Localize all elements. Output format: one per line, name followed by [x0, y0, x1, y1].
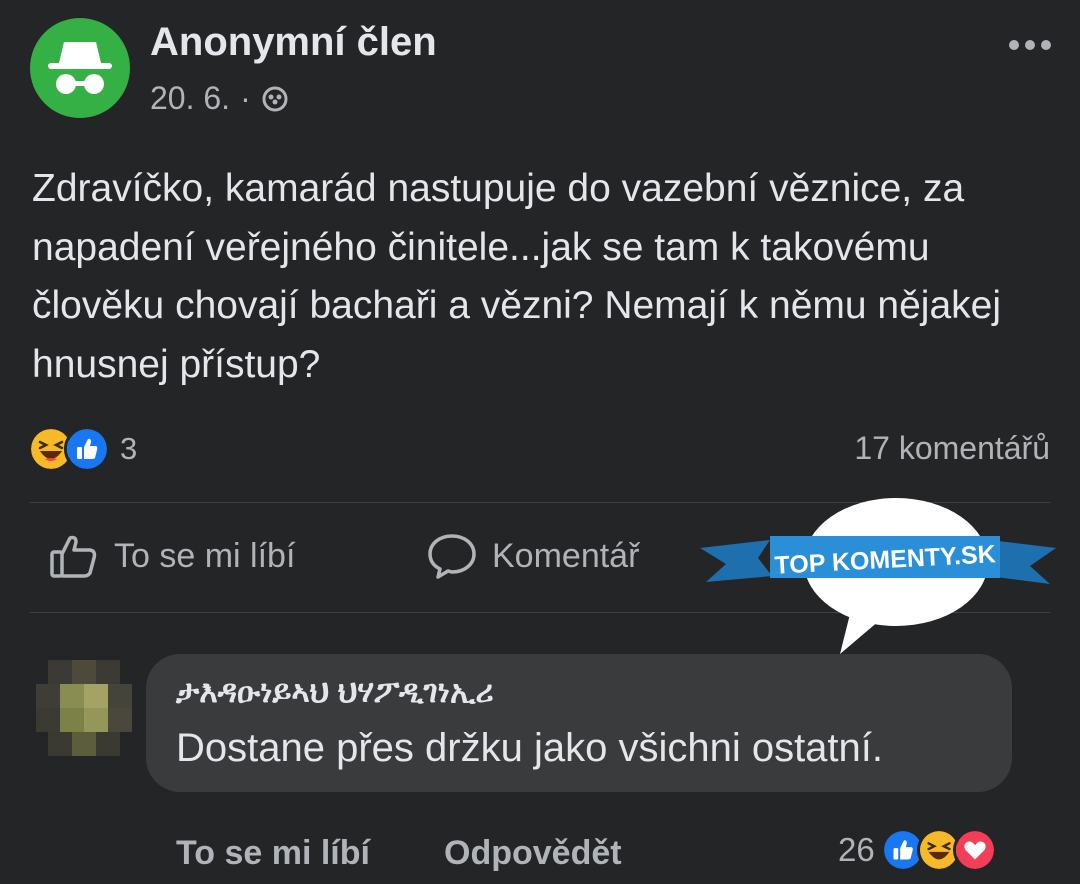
group-privacy-icon	[262, 86, 288, 111]
more-options-icon[interactable]	[1008, 22, 1052, 61]
like-button-label: To se mi líbí	[114, 536, 296, 575]
comment-reactions[interactable]: 26	[838, 828, 997, 872]
incognito-icon	[48, 42, 112, 94]
post-author-avatar[interactable]	[30, 18, 130, 118]
post-meta: 20. 6. ·	[150, 80, 289, 117]
commenter-avatar[interactable]	[36, 660, 132, 756]
thumbs-up-icon	[50, 535, 97, 578]
post-author-name[interactable]: Anonymní člen	[150, 20, 437, 65]
post-reaction-count: 3	[120, 431, 138, 466]
meta-separator: ·	[240, 80, 251, 116]
comment-reply-button[interactable]: Odpovědět	[444, 834, 622, 873]
like-button[interactable]: To se mi líbí	[48, 530, 295, 582]
comment-icon	[428, 534, 476, 579]
post-comment-count[interactable]: 17 komentářů	[854, 430, 1050, 467]
comment-text: Dostane přes držku jako všichni ostatní.	[176, 726, 884, 770]
comment-button[interactable]: Komentář	[426, 530, 639, 582]
comment-button-label: Komentář	[492, 536, 640, 575]
like-reaction-icon	[64, 426, 110, 472]
watermark-logo: TOP KOMENTY.SK	[700, 496, 1060, 666]
post-text: Zdravíčko, kamarád nastupuje do vazební …	[32, 167, 1002, 386]
post-date[interactable]: 20. 6.	[150, 80, 230, 117]
comment-reaction-count: 26	[838, 831, 875, 868]
comment-like-button[interactable]: To se mi líbí	[176, 834, 370, 873]
comment-author-name[interactable]: ታእዳዑነይኣህ ህሃፖዲገነኢሪ	[176, 674, 494, 711]
blurred-avatar	[36, 660, 132, 756]
post-reactions-summary[interactable]: 3	[28, 426, 137, 472]
love-reaction-icon	[952, 828, 997, 872]
